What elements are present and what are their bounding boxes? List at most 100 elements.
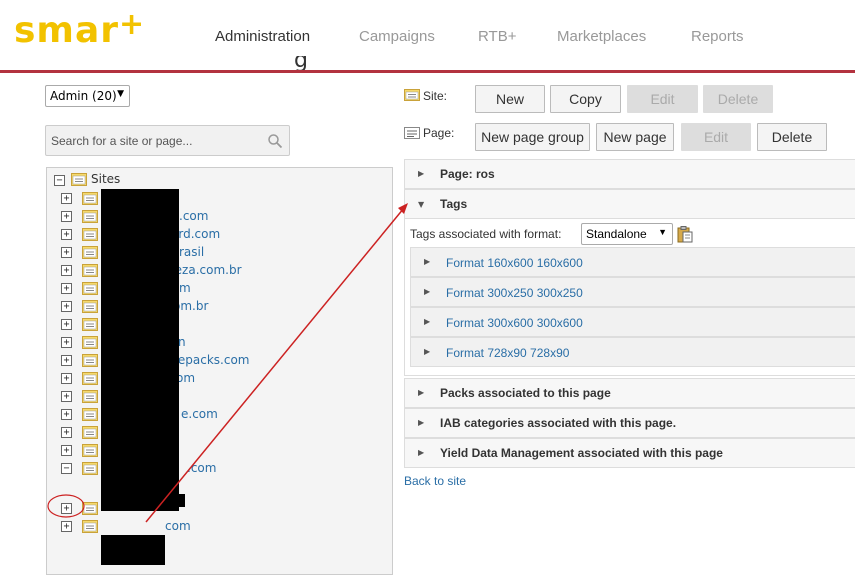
expand-icon[interactable]: + bbox=[61, 391, 72, 402]
format-panel[interactable]: ▶ Format 160x600 160x600 bbox=[410, 247, 855, 277]
format-panel[interactable]: ▶ Format 300x250 300x250 bbox=[410, 277, 855, 307]
tree-site-row[interactable]: + om.br bbox=[47, 297, 387, 315]
tree-site-row[interactable]: + com bbox=[47, 517, 387, 535]
tree-site-link[interactable]: .com bbox=[187, 461, 216, 475]
expand-icon[interactable]: + bbox=[61, 503, 72, 514]
yield-panel[interactable]: ▶ Yield Data Management associated with … bbox=[404, 438, 855, 468]
tags-format-label: Tags associated with format: bbox=[410, 227, 562, 241]
new-page-group-button[interactable]: New page group bbox=[475, 123, 590, 151]
expand-icon[interactable]: + bbox=[61, 373, 72, 384]
tree-site-row[interactable]: + urcepacks.com bbox=[47, 351, 387, 369]
expand-icon[interactable]: + bbox=[61, 319, 72, 330]
header-divider bbox=[0, 70, 855, 73]
collapse-icon[interactable]: − bbox=[61, 463, 72, 474]
tree-site-row[interactable]: + bbox=[47, 423, 387, 441]
expand-icon[interactable]: + bbox=[61, 427, 72, 438]
nav-administration[interactable]: Administration bbox=[215, 28, 310, 45]
admin-select[interactable]: Admin (20) ▼ bbox=[45, 85, 130, 107]
site-icon bbox=[82, 462, 98, 475]
page-panel[interactable]: ▶ Page: ros bbox=[404, 159, 855, 189]
site-icon bbox=[82, 210, 98, 223]
tree-site-row[interactable]: + om bbox=[47, 369, 387, 387]
admin-select-value: Admin (20) bbox=[50, 89, 117, 103]
site-icon bbox=[82, 354, 98, 367]
expand-icon[interactable]: + bbox=[61, 265, 72, 276]
redaction-block bbox=[101, 189, 179, 511]
expand-icon[interactable]: + bbox=[61, 229, 72, 240]
tree-site-row[interactable]: + rasil bbox=[47, 243, 387, 261]
expand-icon[interactable]: + bbox=[61, 355, 72, 366]
site-edit-button[interactable]: Edit bbox=[627, 85, 698, 113]
format-select-value: Standalone bbox=[586, 227, 647, 241]
tree-site-row[interactable]: + bbox=[47, 189, 387, 207]
new-page-button[interactable]: New page bbox=[596, 123, 674, 151]
yield-panel-title: Yield Data Management associated with th… bbox=[440, 446, 723, 460]
tree-site-row[interactable]: + bbox=[47, 387, 387, 405]
site-icon bbox=[82, 192, 98, 205]
expand-icon[interactable]: + bbox=[61, 301, 72, 312]
redaction-block bbox=[101, 535, 165, 565]
nav-rtb-plus[interactable]: RTB+ bbox=[478, 28, 517, 45]
tree-site-row[interactable]: + n bbox=[47, 333, 387, 351]
site-new-button[interactable]: New bbox=[475, 85, 545, 113]
format-select[interactable]: Standalone ▼ bbox=[581, 223, 673, 245]
site-delete-button[interactable]: Delete bbox=[703, 85, 773, 113]
expand-icon[interactable]: + bbox=[61, 445, 72, 456]
page-label: Page: bbox=[423, 126, 455, 140]
expand-triangle-icon: ▶ bbox=[418, 418, 425, 427]
site-search bbox=[45, 125, 290, 156]
tree-site-link[interactable]: reza.com.br bbox=[170, 263, 242, 277]
nav-marketplaces[interactable]: Marketplaces bbox=[557, 28, 646, 45]
page-edit-button[interactable]: Edit bbox=[681, 123, 751, 151]
collapse-icon[interactable]: − bbox=[54, 175, 65, 186]
nav-campaigns[interactable]: Campaigns bbox=[359, 28, 435, 45]
nav-reports[interactable]: Reports bbox=[691, 28, 744, 45]
tree-site-link[interactable]: .com bbox=[179, 209, 208, 223]
tree-site-link[interactable]: n bbox=[178, 335, 186, 349]
expand-icon[interactable]: + bbox=[61, 211, 72, 222]
tree-site-row[interactable]: + e.com bbox=[47, 405, 387, 423]
tree-site-link[interactable]: m bbox=[179, 281, 191, 295]
tree-site-row[interactable]: + .com bbox=[47, 207, 387, 225]
tree-site-link[interactable]: com bbox=[165, 519, 191, 533]
expand-icon[interactable]: + bbox=[61, 193, 72, 204]
iab-panel-title: IAB categories associated with this page… bbox=[440, 416, 677, 430]
tree-site-row[interactable]: + reza.com.br bbox=[47, 261, 387, 279]
back-to-site-link[interactable]: Back to site bbox=[404, 474, 466, 488]
expand-icon[interactable]: + bbox=[61, 283, 72, 294]
tree-page-row[interactable]: ros bbox=[47, 477, 387, 495]
site-search-input[interactable] bbox=[46, 126, 256, 155]
expand-icon[interactable]: + bbox=[61, 521, 72, 532]
tree-site-link[interactable]: e.com bbox=[181, 407, 218, 421]
expand-triangle-icon: ▶ bbox=[418, 388, 425, 397]
format-title: Format 728x90 728x90 bbox=[446, 346, 570, 360]
tree-site-row[interactable]: + bbox=[47, 441, 387, 459]
paste-icon[interactable] bbox=[677, 226, 693, 243]
expand-icon[interactable]: + bbox=[61, 409, 72, 420]
tree-site-link[interactable]: rasil bbox=[179, 245, 204, 259]
site-tree: − Sites + + .com + ard.com + rasil + reza.com.br… bbox=[46, 167, 393, 575]
logo-plus: + bbox=[119, 7, 146, 42]
page-icon bbox=[404, 127, 420, 139]
expand-icon[interactable]: + bbox=[61, 247, 72, 258]
tags-panel[interactable]: ▼ Tags bbox=[404, 189, 855, 219]
format-title: Format 300x600 300x600 bbox=[446, 316, 583, 330]
page-delete-button[interactable]: Delete bbox=[757, 123, 827, 151]
tree-site-row[interactable]: + bbox=[47, 315, 387, 333]
redaction-block bbox=[101, 494, 185, 507]
iab-panel[interactable]: ▶ IAB categories associated with this pa… bbox=[404, 408, 855, 438]
site-copy-button[interactable]: Copy bbox=[550, 85, 621, 113]
tree-site-row[interactable]: − .com bbox=[47, 459, 387, 477]
site-icon bbox=[82, 520, 98, 533]
expand-triangle-icon: ▶ bbox=[424, 257, 431, 266]
format-panel[interactable]: ▶ Format 728x90 728x90 bbox=[410, 337, 855, 367]
packs-panel[interactable]: ▶ Packs associated to this page bbox=[404, 378, 855, 408]
site-icon bbox=[82, 282, 98, 295]
expand-icon[interactable]: + bbox=[61, 337, 72, 348]
tree-site-row[interactable]: + ard.com bbox=[47, 225, 387, 243]
format-panel[interactable]: ▶ Format 300x600 300x600 bbox=[410, 307, 855, 337]
tree-site-row[interactable]: + m bbox=[47, 279, 387, 297]
search-icon[interactable] bbox=[267, 133, 283, 149]
smart-logo[interactable]: smar+ bbox=[14, 7, 146, 51]
tree-site-row[interactable]: + bbox=[47, 499, 387, 517]
